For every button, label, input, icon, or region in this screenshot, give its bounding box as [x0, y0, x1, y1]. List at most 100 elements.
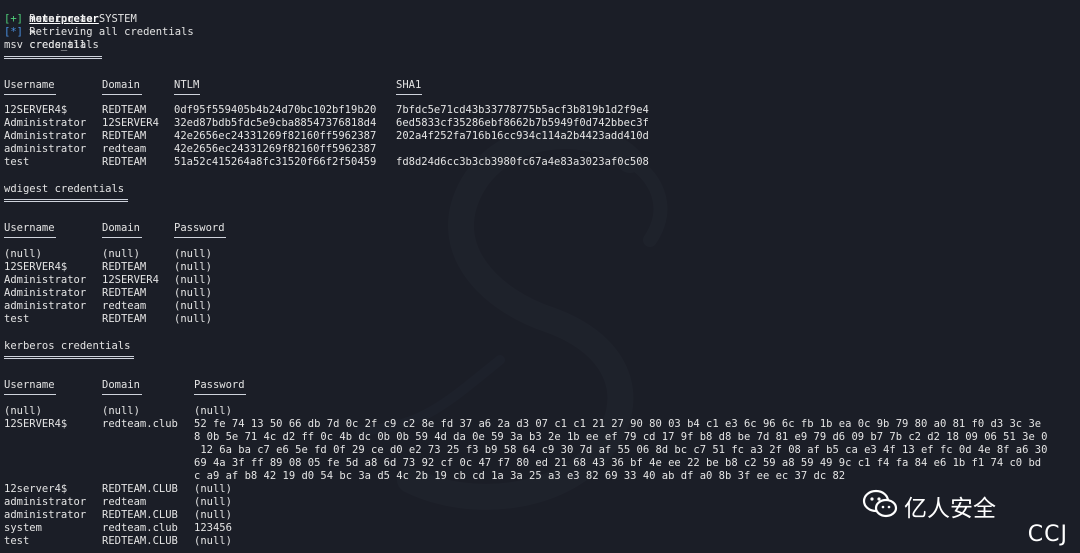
- header-underline: [102, 394, 142, 395]
- table-cell: 202a4f252fa716b16cc934c114a2b4423add410d: [396, 130, 649, 142]
- table-cell: (null): [194, 509, 232, 521]
- watermark-author: CCJ: [1027, 522, 1068, 547]
- kerberos-section-title: kerberos credentials: [4, 340, 131, 352]
- table-cell: (null): [174, 313, 212, 325]
- table-cell: (null): [194, 535, 232, 547]
- table-cell: Administrator: [4, 130, 87, 142]
- table-cell: 12SERVER4: [102, 274, 159, 286]
- table-cell: redteam: [102, 143, 147, 155]
- table-cell: 12server4$: [4, 483, 68, 495]
- header-underline: [4, 237, 56, 238]
- table-cell: 32ed87bdb5fdc5e9cba88547376818d4: [174, 117, 377, 129]
- table-cell: 42e2656ec24331269f82160ff5962387: [174, 130, 377, 142]
- msv-header-sha1: SHA1: [396, 79, 422, 91]
- table-cell: (null): [174, 248, 212, 260]
- table-cell: redteam.club: [102, 418, 178, 430]
- header-underline: [102, 94, 142, 95]
- header-underline: [174, 94, 200, 95]
- status-text: Running as SYSTEM: [29, 13, 137, 25]
- table-cell: (null): [194, 405, 232, 417]
- hex-line: 69 4a 3f ff 89 08 05 fe 5d a8 6d 73 92 c…: [194, 457, 1042, 469]
- table-cell: (null): [102, 405, 140, 417]
- table-cell: 0df95f559405b4b24d70bc102bf19b20: [174, 104, 377, 116]
- kerberos-header-username: Username: [4, 379, 55, 391]
- table-cell: administrator: [4, 143, 87, 155]
- table-cell: redteam: [102, 300, 147, 312]
- table-cell: Administrator: [4, 117, 87, 129]
- table-cell: 6ed5833cf35286ebf8662b7b5949f0d742bbec3f: [396, 117, 649, 129]
- table-cell: Administrator: [4, 274, 87, 286]
- hex-line: 52 fe 74 13 50 66 db 7d 0c 2f c9 c2 8e f…: [194, 418, 1042, 430]
- kerberos-header-domain: Domain: [102, 379, 140, 391]
- msv-section-title: msv credentials: [4, 39, 99, 51]
- table-cell: REDTEAM.CLUB: [102, 483, 178, 495]
- section-divider: [4, 56, 102, 59]
- table-cell: REDTEAM: [102, 156, 147, 168]
- table-cell: 12SERVER4$: [4, 104, 68, 116]
- section-divider: [4, 356, 134, 359]
- header-underline: [396, 94, 422, 95]
- table-cell: administrator: [4, 509, 87, 521]
- header-underline: [4, 394, 56, 395]
- table-cell: REDTEAM.CLUB: [102, 535, 178, 547]
- watermark-brand: 亿人安全: [862, 487, 1032, 522]
- hex-line: 8 0b 5e 71 4c d2 ff 0c 4b dc 0b 0b 59 4d…: [194, 431, 1048, 443]
- table-cell: redteam: [102, 496, 147, 508]
- table-cell: fd8d24d6cc3b3cb3980fc67a4e83a3023af0c508: [396, 156, 649, 168]
- table-cell: REDTEAM: [102, 104, 147, 116]
- table-cell: 7bfdc5e71cd43b33778775b5acf3b819b1d2f9e4: [396, 104, 649, 116]
- table-cell: REDTEAM.CLUB: [102, 509, 178, 521]
- wdigest-section-title: wdigest credentials: [4, 183, 125, 195]
- status-tag: [*]: [4, 26, 23, 38]
- status-text: Retrieving all credentials: [29, 26, 194, 38]
- table-cell: (null): [174, 300, 212, 312]
- table-cell: 42e2656ec24331269f82160ff5962387: [174, 143, 377, 155]
- table-cell: REDTEAM: [102, 261, 147, 273]
- wdigest-header-password: Password: [174, 222, 225, 234]
- wechat-icon: [862, 489, 898, 518]
- header-underline: [102, 237, 142, 238]
- table-cell: 12SERVER4$: [4, 418, 68, 430]
- table-cell: (null): [4, 248, 42, 260]
- table-cell: 123456: [194, 522, 232, 534]
- table-cell: administrator: [4, 300, 87, 312]
- wdigest-header-domain: Domain: [102, 222, 140, 234]
- table-cell: system: [4, 522, 42, 534]
- status-line: [+] Running as SYSTEM: [4, 13, 137, 26]
- watermark-brand-text: 亿人安全: [904, 496, 996, 522]
- header-underline: [194, 394, 246, 395]
- terminal-window[interactable]: meterpreter > creds_all [+] Running as S…: [0, 0, 1080, 553]
- table-cell: Administrator: [4, 287, 87, 299]
- table-cell: REDTEAM: [102, 313, 147, 325]
- table-cell: (null): [174, 261, 212, 273]
- kerberos-header-password: Password: [194, 379, 245, 391]
- section-divider: [4, 199, 128, 202]
- header-underline: [4, 94, 56, 95]
- table-cell: (null): [194, 483, 232, 495]
- hex-line: c a9 af b8 42 19 d0 54 bc 3a d5 4c 2b 19…: [194, 470, 846, 482]
- status-tag: [+]: [4, 13, 23, 25]
- table-cell: administrator: [4, 496, 87, 508]
- table-cell: (null): [174, 287, 212, 299]
- table-cell: REDTEAM: [102, 287, 147, 299]
- table-cell: (null): [174, 274, 212, 286]
- msv-header-ntlm: NTLM: [174, 79, 200, 91]
- table-cell: 51a52c415264a8fc31520f66f2f50459: [174, 156, 377, 168]
- wdigest-header-username: Username: [4, 222, 55, 234]
- msv-header-username: Username: [4, 79, 55, 91]
- table-cell: test: [4, 156, 30, 168]
- msv-header-domain: Domain: [102, 79, 140, 91]
- table-cell: REDTEAM: [102, 130, 147, 142]
- header-underline: [174, 237, 226, 238]
- table-cell: 12SERVER4$: [4, 261, 68, 273]
- table-cell: 12SERVER4: [102, 117, 159, 129]
- table-cell: test: [4, 535, 30, 547]
- status-line: [*] Retrieving all credentials: [4, 26, 194, 39]
- hex-line: 12 6a ba c7 e6 5e fd 0f 29 ce d0 e2 73 2…: [194, 444, 1048, 456]
- table-cell: (null): [194, 496, 232, 508]
- table-cell: (null): [102, 248, 140, 260]
- table-cell: redteam.club: [102, 522, 178, 534]
- table-cell: test: [4, 313, 30, 325]
- command-prompt-line: meterpreter > creds_all: [4, 0, 99, 51]
- table-cell: (null): [4, 405, 42, 417]
